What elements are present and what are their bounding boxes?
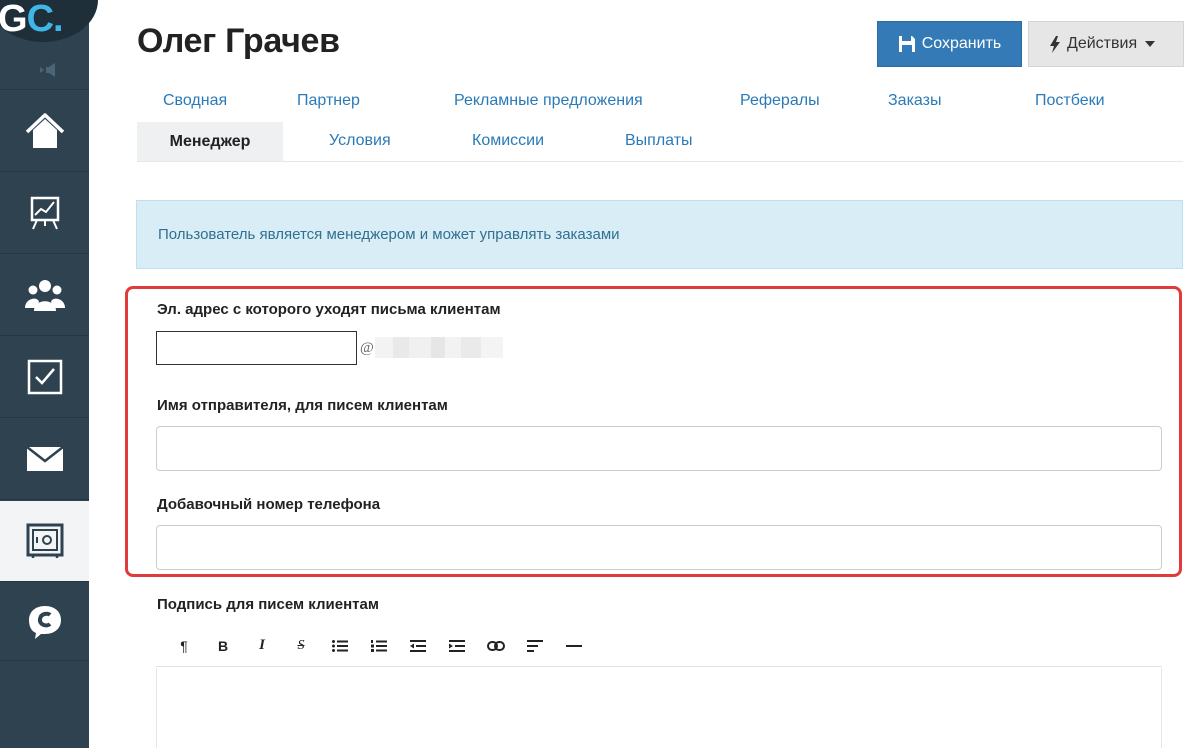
tab-manager[interactable]: Менеджер	[137, 122, 283, 161]
manager-info-alert: Пользователь является менеджером и может…	[136, 200, 1183, 269]
alert-text: Пользователь является менеджером и может…	[158, 226, 620, 243]
home-icon	[25, 113, 64, 148]
align-left-icon[interactable]	[519, 634, 551, 658]
envelope-icon	[25, 446, 64, 471]
lightning-icon	[1050, 35, 1060, 53]
sender-name-label: Имя отправителя, для писем клиентам	[157, 397, 448, 414]
save-button-label: Сохранить	[921, 35, 1002, 52]
email-label: Эл. адрес с которого уходят письма клиен…	[157, 301, 501, 318]
sidebar-item-mail[interactable]	[0, 419, 89, 500]
tabs-divider	[137, 161, 1183, 162]
outdent-icon[interactable]	[402, 634, 434, 658]
logo-text: GC.	[0, 0, 64, 40]
tab-offers[interactable]: Рекламные предложения	[454, 92, 643, 110]
sidebar-item-stats[interactable]	[0, 173, 89, 254]
ordered-list-icon[interactable]	[363, 634, 395, 658]
actions-button-label: Действия	[1067, 35, 1138, 52]
ordered-list-svg	[371, 639, 387, 652]
email-domain-blurred	[375, 337, 503, 358]
strikethrough-icon[interactable]: S	[285, 634, 317, 658]
tab-summary[interactable]: Сводная	[163, 92, 227, 110]
signature-label: Подпись для писем клиентам	[157, 596, 379, 613]
caret-down-icon	[1145, 41, 1156, 47]
indent-icon[interactable]	[441, 634, 473, 658]
editor-toolbar: ¶ B I S	[156, 625, 1162, 667]
sidebar-item-tasks[interactable]	[0, 337, 89, 418]
sidebar: GC.	[0, 0, 98, 748]
italic-icon[interactable]: I	[246, 634, 278, 658]
chart-icon	[30, 196, 59, 230]
paragraph-icon[interactable]: ¶	[168, 634, 200, 658]
tab-conditions[interactable]: Условия	[329, 132, 391, 150]
link-icon[interactable]	[480, 634, 512, 658]
horizontal-rule-icon[interactable]	[558, 634, 590, 658]
unordered-list-icon[interactable]	[324, 634, 356, 658]
chat-bubble-icon	[28, 605, 61, 639]
page-title: Олег Грачев	[137, 22, 340, 60]
signature-editor-area[interactable]	[156, 668, 1162, 748]
at-sign: @	[360, 340, 374, 356]
sidebar-collapse-button[interactable]	[0, 50, 89, 90]
tab-referrals[interactable]: Рефералы	[740, 92, 820, 110]
sidebar-item-safe[interactable]	[0, 501, 89, 582]
indent-svg	[449, 639, 465, 652]
tab-orders[interactable]: Заказы	[888, 92, 941, 110]
users-icon	[24, 280, 65, 311]
outdent-svg	[410, 639, 426, 652]
phone-extension-label: Добавочный номер телефона	[157, 496, 381, 513]
bold-icon[interactable]: B	[207, 634, 239, 658]
sidebar-item-users[interactable]	[0, 255, 89, 336]
link-svg	[487, 640, 505, 651]
speaker-icon	[39, 62, 55, 77]
hr-svg	[566, 644, 582, 647]
checkbox-icon	[27, 359, 62, 395]
tab-payouts[interactable]: Выплаты	[625, 132, 693, 150]
align-svg	[527, 639, 543, 652]
sidebar-item-home[interactable]	[0, 91, 89, 172]
sender-name-input[interactable]	[156, 426, 1162, 471]
logo[interactable]: GC.	[0, 0, 98, 42]
tab-postbacks[interactable]: Постбеки	[1035, 92, 1105, 110]
email-local-part-input[interactable]	[156, 331, 357, 365]
sidebar-item-chat[interactable]	[0, 583, 89, 661]
save-button[interactable]: Сохранить	[877, 21, 1022, 67]
floppy-disk-icon	[898, 36, 915, 52]
safe-icon	[26, 523, 63, 558]
tab-partner[interactable]: Партнер	[297, 92, 360, 110]
tab-commissions[interactable]: Комиссии	[472, 132, 544, 150]
phone-extension-input[interactable]	[156, 525, 1162, 570]
unordered-list-svg	[332, 639, 348, 652]
actions-dropdown-button[interactable]: Действия	[1028, 21, 1184, 67]
